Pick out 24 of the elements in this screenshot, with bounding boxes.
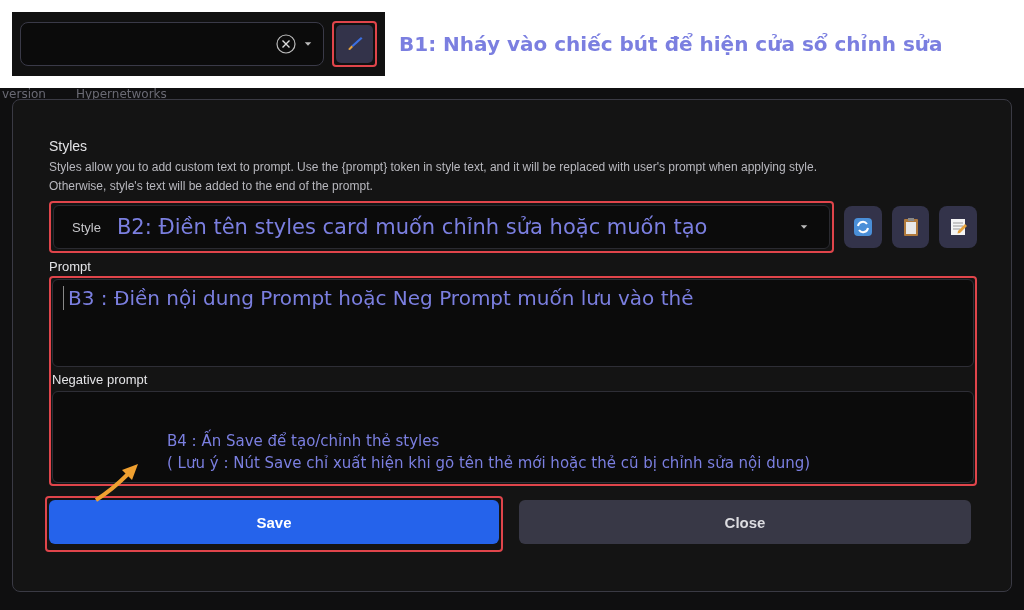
annotation-text: B1: Nháy vào chiếc bút để hiện cửa sổ chỉnh sửa [399,32,943,56]
annotation-text: B3 : Điền nội dung Prompt hoặc Neg Prompt muốn lưu vào thẻ [63,286,963,310]
annotation-text: B4 : Ấn Save để tạo/chỉnh thẻ styles [167,430,973,452]
section-heading: Styles [49,138,89,154]
tab-label: Hypernetworks [75,87,167,99]
caret-icon [303,40,313,48]
notepad-button[interactable] [939,206,977,248]
refresh-button[interactable] [844,206,882,248]
annotation-text: ( Lưu ý : Nút Save chỉ xuất hiện khi gõ tên thẻ mới hoặc thẻ cũ bị chỉnh sửa nội dung) [167,453,812,474]
field-label: Prompt [49,259,92,274]
prompt-field[interactable]: B3 : Điền nội dung Prompt hoặc Neg Prompt muốn lưu vào thẻ [52,279,974,367]
tab-label: version [2,87,46,99]
style-select[interactable]: Style B2: Điền tên styles card muốn chỉnh sửa hoặc muốn tạo [53,205,830,249]
close-button[interactable]: Close [519,500,971,544]
clipboard-button[interactable] [891,206,930,248]
caret-icon [799,223,809,231]
refresh-icon [851,216,874,238]
save-button[interactable]: Save [49,500,499,544]
clear-icon [275,33,297,55]
field-label: Style [72,219,101,235]
description-text: Styles allow you to add custom text to prompt. Use the {prompt} token in style text, and it will be replaced with user's prompt when applying style. Otherwise, style's text will be added to the end of the prompt. [49,159,818,195]
field-label: Negative prompt [52,372,149,387]
negative-prompt-field[interactable]: B4 : Ấn Save để tạo/chỉnh thẻ styles ( Lưu ý : Nút Save chỉ xuất hiện khi gõ tên thẻ mới hoặc thẻ cũ bị chỉnh sửa nội dung) [52,391,974,483]
annotation-text: B2: Điền tên styles card muốn chỉnh sửa hoặc muốn tạo [116,215,709,239]
